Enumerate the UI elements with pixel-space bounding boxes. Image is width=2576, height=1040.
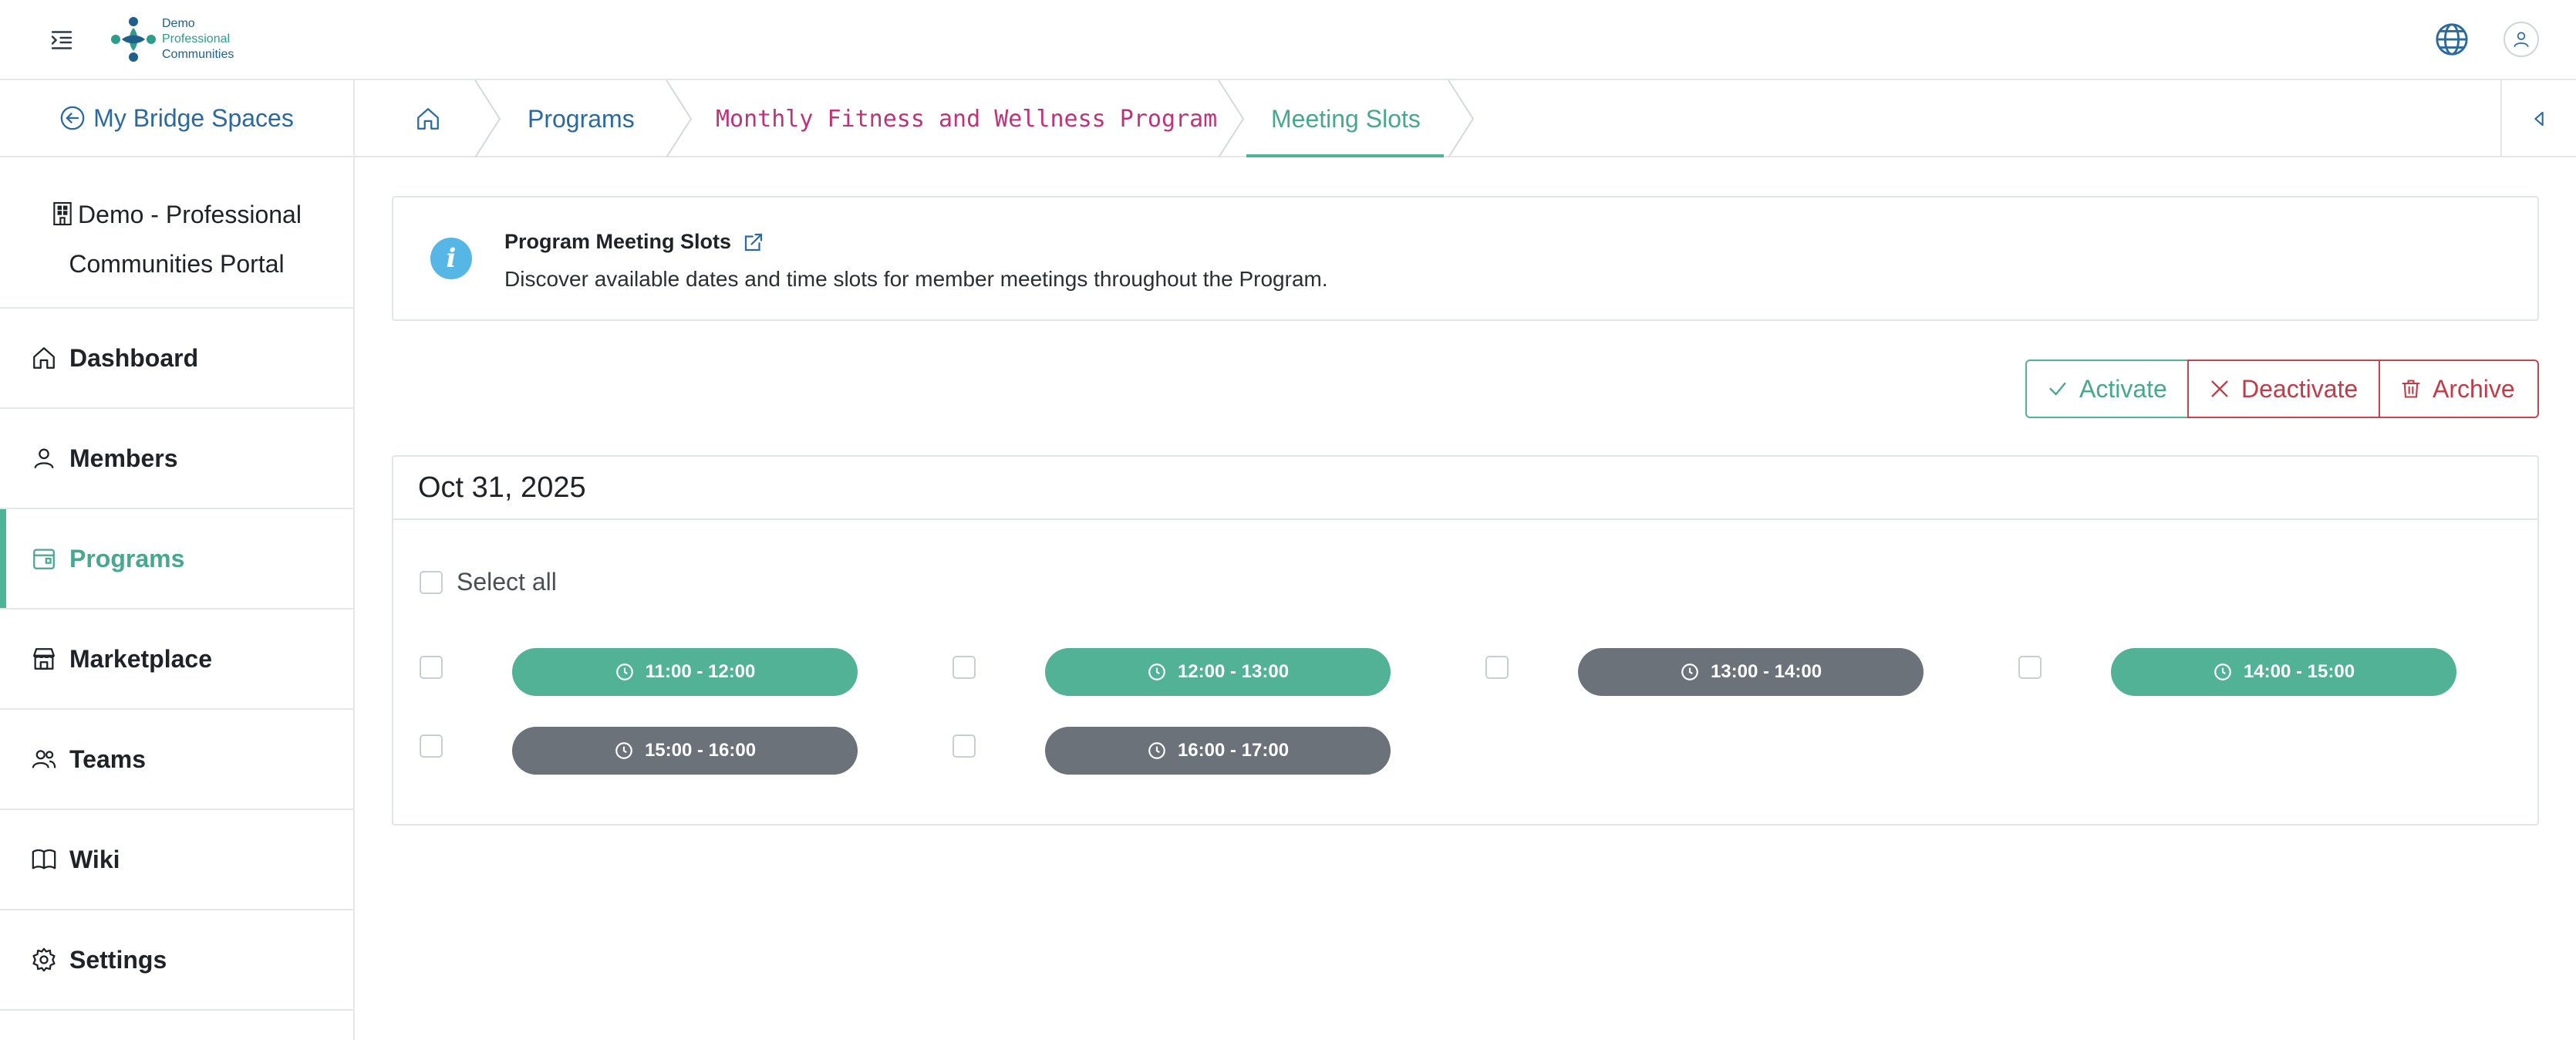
clock-icon (1681, 664, 1698, 680)
slot-checkbox[interactable] (1485, 656, 1509, 679)
menu-toggle-icon[interactable] (48, 26, 76, 54)
top-bar: Demo Professional Communities (0, 0, 2576, 80)
breadcrumb-meeting-slots[interactable]: Meeting Slots (1271, 80, 1421, 157)
my-bridge-spaces-label: My Bridge Spaces (93, 103, 294, 132)
activate-label: Activate (2079, 374, 2167, 403)
sidebar-item-label: Marketplace (69, 644, 212, 673)
select-all-checkbox[interactable] (420, 570, 443, 594)
sidebar-item-label: Members (69, 444, 178, 472)
breadcrumb-separator-icon (666, 80, 693, 157)
breadcrumb-program-name[interactable]: Monthly Fitness and Wellness Program (716, 80, 1217, 157)
clock-icon (1148, 742, 1165, 759)
breadcrumb-home[interactable] (415, 80, 446, 157)
language-globe-icon[interactable] (2434, 22, 2470, 57)
sidebar: My Bridge Spaces Demo - Professional Com… (0, 80, 355, 1040)
sidebar-item-label: Programs (69, 544, 185, 572)
slot-time: 13:00 - 14:00 (1710, 661, 1822, 682)
action-buttons: Activate Deactivate Archive (2025, 360, 2539, 418)
slot-checkbox[interactable] (420, 656, 443, 679)
deactivate-label: Deactivate (2241, 374, 2359, 403)
select-all-label: Select all (457, 568, 557, 596)
logo-text: Demo Professional Communities (162, 17, 234, 61)
sidebar-item-marketplace[interactable]: Marketplace (0, 609, 353, 710)
breadcrumb-separator-icon (474, 80, 501, 157)
collapse-panel-button[interactable] (2500, 80, 2576, 157)
breadcrumb: Programs Monthly Fitness and Wellness Pr… (355, 80, 2576, 157)
slot-checkbox[interactable] (2018, 656, 2042, 679)
clock-icon (615, 742, 632, 759)
active-tab-underline (1246, 154, 1444, 157)
archive-label: Archive (2433, 374, 2515, 403)
slot-chip-6[interactable]: 16:00 - 17:00 (1045, 727, 1391, 775)
slot-time: 15:00 - 16:00 (644, 740, 757, 761)
slot-chip-4[interactable]: 14:00 - 15:00 (2111, 648, 2456, 696)
slot-chip-1[interactable]: 11:00 - 12:00 (512, 648, 858, 696)
caret-left-icon (2534, 111, 2544, 127)
info-title: Program Meeting Slots (504, 230, 765, 254)
building-icon (53, 201, 72, 226)
info-box: i Program Meeting Slots Discover availab… (392, 196, 2539, 321)
external-link-icon[interactable] (742, 231, 765, 254)
slot-chip-2[interactable]: 12:00 - 13:00 (1045, 648, 1391, 696)
close-icon (2211, 380, 2228, 397)
book-icon (32, 849, 56, 869)
info-title-label: Program Meeting Slots (504, 230, 732, 253)
logo-mark-icon (108, 14, 159, 65)
user-avatar-button[interactable] (2504, 22, 2539, 57)
slot-checkbox[interactable] (420, 734, 443, 758)
deactivate-button[interactable]: Deactivate (2187, 360, 2380, 418)
date-panel: Oct 31, 2025 Select all 11:00 - 12:00 12… (392, 455, 2539, 826)
sidebar-item-label: Dashboard (69, 343, 199, 372)
info-description: Discover available dates and time slots … (504, 267, 1328, 291)
slot-time: 12:00 - 13:00 (1177, 661, 1290, 682)
panel-date: Oct 31, 2025 (393, 457, 2537, 520)
slot-chip-5[interactable]: 15:00 - 16:00 (512, 727, 858, 775)
select-all-control[interactable]: Select all (420, 568, 557, 596)
store-icon (33, 648, 55, 670)
users-icon (32, 750, 56, 768)
organization-name: Demo - Professional Communities Portal (0, 157, 353, 309)
gear-icon (32, 947, 56, 972)
sidebar-item-members[interactable]: Members (0, 409, 353, 509)
slot-time: 11:00 - 12:00 (645, 661, 756, 682)
slot-time: 14:00 - 15:00 (2243, 661, 2355, 682)
calendar-icon (33, 549, 55, 569)
user-icon (2514, 32, 2529, 48)
sidebar-item-programs[interactable]: Programs (0, 509, 353, 609)
breadcrumb-programs[interactable]: Programs (528, 80, 635, 157)
sidebar-item-settings[interactable]: Settings (0, 910, 353, 1011)
sidebar-item-label: Wiki (69, 845, 120, 873)
sidebar-item-label: Settings (69, 945, 167, 974)
activate-button[interactable]: Activate (2025, 360, 2189, 418)
slot-checkbox[interactable] (953, 656, 976, 679)
user-icon (34, 448, 54, 469)
organization-name-label: Demo - Professional Communities Portal (69, 201, 302, 278)
breadcrumb-separator-icon (1218, 80, 1245, 157)
logo[interactable]: Demo Professional Communities (108, 12, 239, 66)
archive-button[interactable]: Archive (2379, 360, 2539, 418)
clock-icon (615, 664, 633, 680)
my-bridge-spaces-link[interactable]: My Bridge Spaces (0, 80, 353, 157)
sidebar-item-label: Teams (69, 745, 147, 773)
slot-time: 16:00 - 17:00 (1177, 740, 1290, 761)
sidebar-item-dashboard[interactable]: Dashboard (0, 309, 353, 409)
slot-checkbox[interactable] (953, 734, 976, 758)
clock-icon (1148, 664, 1165, 680)
info-icon: i (430, 238, 472, 279)
sidebar-item-wiki[interactable]: Wiki (0, 810, 353, 910)
check-icon (2049, 382, 2066, 396)
back-arrow-circle-icon (60, 106, 85, 130)
trash-icon (2402, 380, 2420, 398)
clock-icon (2214, 664, 2231, 680)
sidebar-item-teams[interactable]: Teams (0, 710, 353, 810)
slot-chip-3[interactable]: 13:00 - 14:00 (1578, 648, 1924, 696)
home-icon (33, 347, 55, 369)
home-icon (417, 108, 439, 130)
breadcrumb-separator-icon (1448, 80, 1475, 157)
